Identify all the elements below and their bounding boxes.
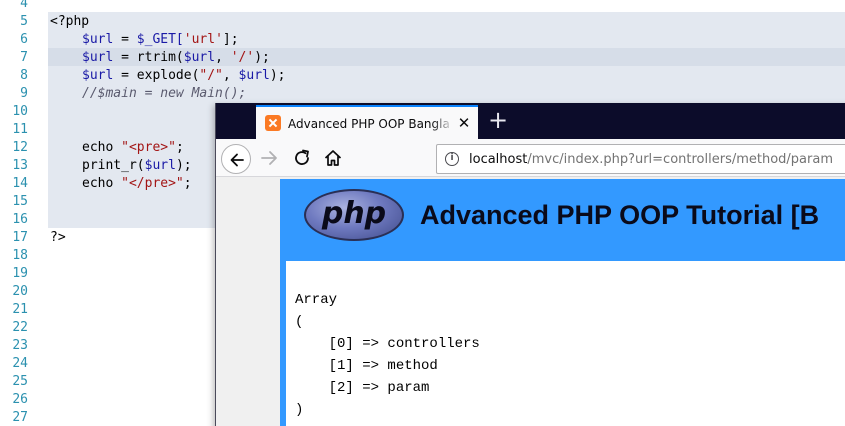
php-close-tag: ?> xyxy=(50,230,66,245)
line-number: 21 xyxy=(12,302,28,317)
page-banner: php Advanced PHP OOP Tutorial [B xyxy=(280,179,845,251)
line-number: 18 xyxy=(12,248,28,263)
php-logo-text: php xyxy=(321,196,387,231)
line-number: 17 xyxy=(12,230,28,245)
tab-bar: Advanced PHP OOP Bangla Tu ✕ + xyxy=(216,103,845,139)
code-token: = explode( xyxy=(113,68,200,83)
code-token: ); xyxy=(175,158,192,173)
navigation-toolbar: i localhost/mvc/index.php?url=controller… xyxy=(216,139,845,177)
line-number: 27 xyxy=(12,410,28,425)
page-title: Advanced PHP OOP Tutorial [B xyxy=(420,200,820,230)
output-pre-block: Array ( [0] => controllers [1] => method… xyxy=(286,261,845,426)
code-token: ]; xyxy=(222,32,239,47)
code-token: , xyxy=(222,68,239,83)
code-token: "/" xyxy=(199,68,223,83)
page-viewport: php Advanced PHP OOP Tutorial [B Array (… xyxy=(216,177,845,426)
new-tab-button[interactable]: + xyxy=(484,107,512,135)
code-token: , xyxy=(215,50,231,65)
output-line: [1] => method xyxy=(295,358,438,374)
line-number: 11 xyxy=(12,122,28,137)
php-open-tag: <?php xyxy=(50,14,90,29)
url-text[interactable]: localhost/mvc/index.php?url=controllers/… xyxy=(469,151,833,168)
back-arrow-icon xyxy=(230,153,244,167)
code-token: $url xyxy=(82,50,114,65)
line-number: 14 xyxy=(12,176,28,191)
code-token: echo xyxy=(82,176,122,191)
forward-arrow-icon xyxy=(261,151,277,165)
code-line-14: echo "</pre>"; xyxy=(82,175,192,193)
output-line: ( xyxy=(295,314,304,330)
php-logo: php xyxy=(304,189,404,241)
line-number: 24 xyxy=(12,356,28,371)
code-token: ); xyxy=(254,50,270,65)
address-bar[interactable]: i localhost/mvc/index.php?url=controller… xyxy=(436,144,845,174)
line-number: 16 xyxy=(12,212,28,227)
output-line: ) xyxy=(295,402,304,418)
code-line-7: $url = rtrim($url, '/'); xyxy=(82,49,270,67)
line-number: 15 xyxy=(12,194,28,209)
line-number: 8 xyxy=(20,68,28,83)
code-token: ); xyxy=(269,68,286,83)
tab-title-fade xyxy=(432,113,454,135)
web-page: php Advanced PHP OOP Tutorial [B Array (… xyxy=(280,179,845,426)
forward-button[interactable] xyxy=(259,147,281,169)
code-token: $url xyxy=(82,32,114,47)
close-tab-icon[interactable]: ✕ xyxy=(454,113,474,133)
line-number: 22 xyxy=(12,320,28,335)
line-number-gutter: 4 5 6 7 8 9 10 11 12 13 14 15 16 17 18 1… xyxy=(0,0,42,426)
line-number: 9 xyxy=(20,86,28,101)
home-icon xyxy=(324,150,342,166)
output-line: [0] => controllers xyxy=(295,336,480,352)
line-number: 25 xyxy=(12,374,28,389)
url-host: localhost xyxy=(469,152,528,167)
output-line: Array xyxy=(295,292,338,308)
back-button[interactable] xyxy=(221,144,251,174)
output-line: [2] => param xyxy=(295,380,430,396)
browser-window[interactable]: Advanced PHP OOP Bangla Tu ✕ + i localho… xyxy=(215,103,845,426)
code-token: ; xyxy=(175,140,184,155)
code-line-13: print_r($url); xyxy=(82,157,192,175)
code-token: $url xyxy=(238,68,270,83)
home-button[interactable] xyxy=(322,147,344,169)
line-number: 4 xyxy=(20,0,28,11)
code-token: print_r( xyxy=(82,158,145,173)
line-number: 7 xyxy=(20,50,28,65)
code-token: $url xyxy=(82,68,114,83)
tab-title: Advanced PHP OOP Bangla Tu xyxy=(288,117,452,131)
line-number: 10 xyxy=(12,104,28,119)
line-number: 5 xyxy=(20,14,28,29)
code-token: "<pre>" xyxy=(121,140,176,155)
line-number: 19 xyxy=(12,266,28,281)
code-line-8: $url = explode("/", $url); xyxy=(82,67,286,85)
line-number: 6 xyxy=(20,32,28,47)
code-token: $url xyxy=(144,158,176,173)
line-number: 12 xyxy=(12,140,28,155)
code-token: $_GET[ xyxy=(136,32,184,47)
reload-button[interactable] xyxy=(291,147,313,169)
line-number: 23 xyxy=(12,338,28,353)
code-line-5: <?php xyxy=(50,13,89,31)
line-number: 26 xyxy=(12,392,28,407)
code-token: = rtrim( xyxy=(113,50,184,65)
code-line-6: $url = $_GET['url']; xyxy=(82,31,239,49)
code-line-12: echo "<pre>"; xyxy=(82,139,184,157)
site-info-icon[interactable]: i xyxy=(445,152,459,166)
code-token: '/' xyxy=(230,50,255,65)
code-token: 'url' xyxy=(183,32,223,47)
code-token: echo xyxy=(82,140,122,155)
code-token: "</pre>" xyxy=(121,176,184,191)
line-number: 13 xyxy=(12,158,28,173)
code-token: ; xyxy=(183,176,192,191)
code-line-9: //$main = new Main(); xyxy=(82,85,246,103)
xampp-favicon-icon xyxy=(265,115,281,131)
code-line-17: ?> xyxy=(50,229,66,247)
reload-icon xyxy=(295,149,309,165)
code-comment: //$main = new Main(); xyxy=(82,86,247,101)
url-path: /mvc/index.php?url=controllers/method/pa… xyxy=(527,152,833,167)
tab-active[interactable]: Advanced PHP OOP Bangla Tu ✕ xyxy=(256,105,478,139)
line-number: 20 xyxy=(12,284,28,299)
code-token: $url xyxy=(183,50,216,65)
code-token: = xyxy=(113,32,137,47)
